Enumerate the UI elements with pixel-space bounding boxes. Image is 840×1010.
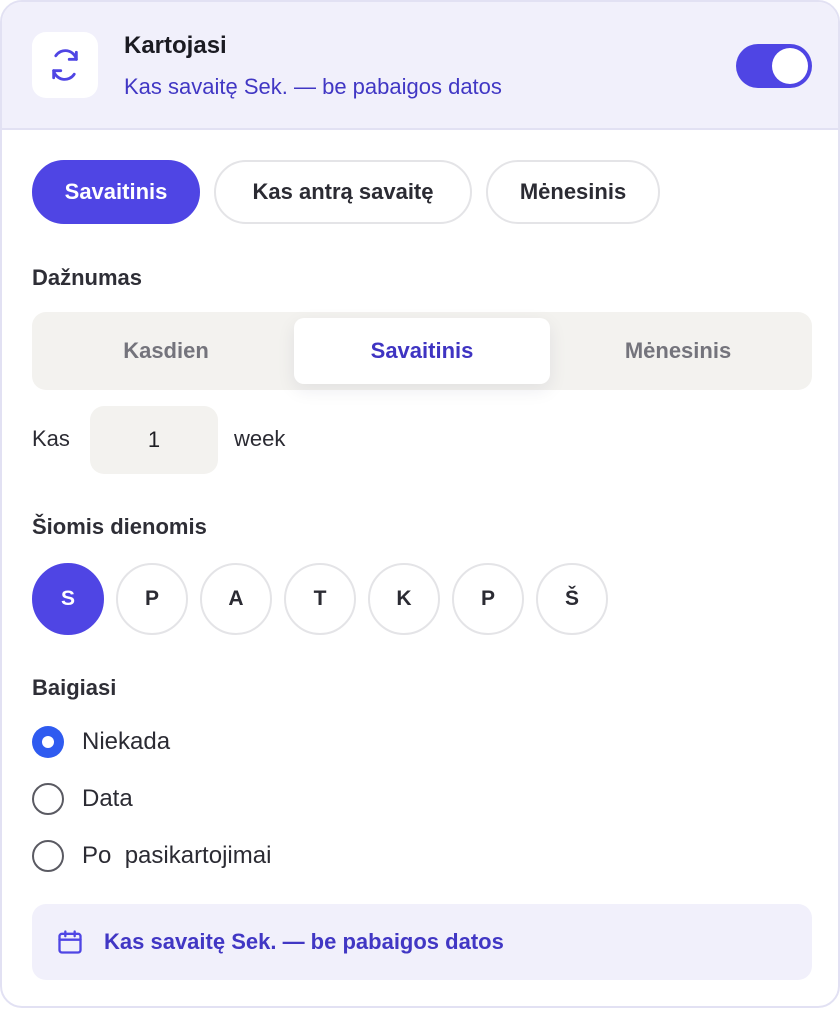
ends-option-date-label: Data <box>82 785 133 812</box>
preset-biweekly-button[interactable]: Kas antrą savaitę <box>214 160 472 224</box>
interval-input[interactable] <box>90 406 218 474</box>
interval-prefix: Kas <box>32 426 70 451</box>
day-toggle-4[interactable]: T <box>284 563 356 635</box>
recurrence-toggle[interactable] <box>736 44 812 88</box>
frequency-option-weekly[interactable]: Savaitinis <box>294 318 550 384</box>
recurrence-header: Kartojasi Kas savaitę Sek. — be pabaigos… <box>2 2 838 130</box>
interval-unit: week <box>234 426 286 451</box>
preset-monthly-button[interactable]: Mėnesinis <box>486 160 660 224</box>
ends-option-after[interactable]: Po pasikartojimai <box>32 839 271 873</box>
header-subtitle: Kas savaitę Sek. — be pabaigos datos <box>124 74 502 99</box>
ends-option-never[interactable]: Niekada <box>32 725 170 759</box>
radio-never[interactable] <box>32 726 64 758</box>
day-toggle-5[interactable]: K <box>368 563 440 635</box>
day-toggle-2[interactable]: P <box>116 563 188 635</box>
day-toggle-6[interactable]: P <box>452 563 524 635</box>
day-toggle-1[interactable]: S <box>32 563 104 635</box>
ends-option-never-label: Niekada <box>82 728 171 755</box>
ends-option-date[interactable]: Data <box>32 782 133 816</box>
frequency-option-monthly[interactable]: Mėnesinis <box>550 318 806 384</box>
day-toggle-7[interactable]: Š <box>536 563 608 635</box>
repeat-icon <box>32 32 98 98</box>
day-toggle-3[interactable]: A <box>200 563 272 635</box>
recurrence-summary: Kas savaitę Sek. — be pabaigos datos <box>32 904 812 980</box>
radio-after[interactable] <box>32 840 64 872</box>
toggle-knob <box>772 48 808 84</box>
header-title: Kartojasi <box>124 32 227 59</box>
frequency-option-daily[interactable]: Kasdien <box>38 318 294 384</box>
preset-weekly-button[interactable]: Savaitinis <box>32 160 200 224</box>
calendar-icon <box>58 930 82 954</box>
days-label: Šiomis dienomis <box>32 514 207 539</box>
frequency-segmented-control: Kasdien Savaitinis Mėnesinis <box>32 312 812 390</box>
summary-text: Kas savaitę Sek. — be pabaigos datos <box>104 929 504 954</box>
ends-option-after-label: Po pasikartojimai <box>82 842 272 869</box>
ends-label: Baigiasi <box>32 675 117 700</box>
frequency-label: Dažnumas <box>32 265 143 290</box>
radio-date[interactable] <box>32 783 64 815</box>
recurrence-card: Kartojasi Kas savaitę Sek. — be pabaigos… <box>0 0 840 1008</box>
